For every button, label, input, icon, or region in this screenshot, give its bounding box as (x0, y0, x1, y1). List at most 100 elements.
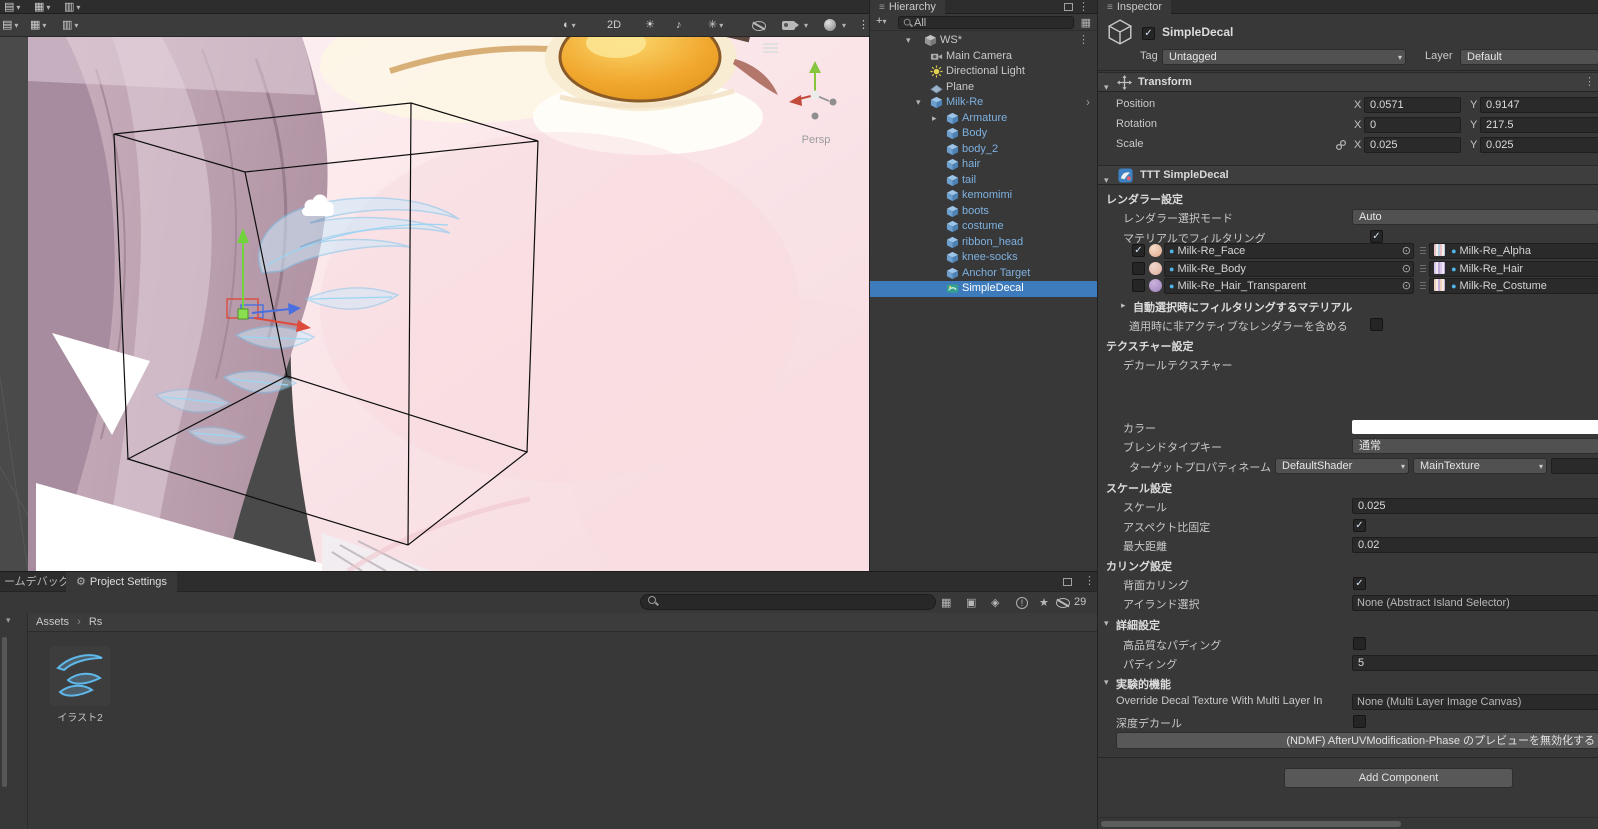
hierarchy-item-simpledecal[interactable]: SimpleDecal (870, 281, 1097, 297)
asset-item[interactable]: イラスト2 (48, 646, 112, 724)
target-extra-field[interactable] (1551, 458, 1598, 474)
link-constrain-icon[interactable] (1335, 139, 1347, 151)
hierarchy-item-tail[interactable]: tail (870, 173, 1097, 189)
material-row[interactable]: ●Milk-Re_Hair_Transparent ⊙ ●Milk-Re_Cos… (1098, 278, 1598, 295)
rotation-x-field[interactable]: 0 (1364, 117, 1461, 133)
target-texture-dropdown[interactable]: MainTexture▾ (1413, 458, 1547, 474)
hierarchy-item-directional-light[interactable]: Directional Light (870, 64, 1097, 80)
ttt-simpledecal-header[interactable]: ▾ TTT SimpleDecal (1098, 165, 1598, 185)
draw-mode-button[interactable]: ◐▾ (563, 17, 576, 34)
material-row[interactable]: ●Milk-Re_Body ⊙ ●Milk-Re_Hair (1098, 261, 1598, 278)
advanced-section-row[interactable]: ▾ 詳細設定 (1098, 616, 1598, 633)
hierarchy-tab[interactable]: ≡Hierarchy (870, 0, 945, 14)
breadcrumb-current[interactable]: Rs (89, 616, 102, 628)
hierarchy-item-ribbon-head[interactable]: ribbon_head (870, 235, 1097, 251)
hierarchy-item-boots[interactable]: boots (870, 204, 1097, 220)
create-button[interactable]: +▾ (876, 15, 886, 27)
foldout-icon[interactable]: ▸ (1121, 300, 1126, 311)
scale-y-field[interactable]: 0.025 (1480, 137, 1598, 153)
effects-button[interactable]: ✳▾ (708, 17, 723, 34)
rail-scrollbar[interactable] (2, 637, 7, 787)
max-distance-field[interactable]: 0.02 (1352, 537, 1598, 553)
rotation-y-field[interactable]: 217.5 (1480, 117, 1598, 133)
ndmf-preview-button[interactable]: (NDMF) AfterUVModification-Phase のプレビューを… (1116, 732, 1598, 749)
prefab-open-chevron-icon[interactable]: › (1086, 95, 1090, 111)
scene-lighting-button[interactable]: ☀ (645, 17, 655, 34)
gizmos-button[interactable]: ▾ (824, 17, 858, 34)
foldout-icon[interactable]: ▾ (1104, 171, 1109, 190)
drag-handle[interactable] (1420, 247, 1426, 256)
scene-options-icon[interactable]: ⋮ (1078, 33, 1089, 49)
scene-viewport[interactable]: Persp (0, 37, 869, 571)
object-picker-icon[interactable]: ⊙ (1402, 262, 1411, 276)
tag-dropdown[interactable]: Untagged▾ (1162, 49, 1406, 65)
padding-field[interactable]: 5 (1352, 655, 1598, 671)
texture-object-field[interactable]: ●Milk-Re_Costume (1429, 278, 1598, 294)
object-picker-icon[interactable]: ⊙ (1402, 279, 1411, 293)
breadcrumb-root[interactable]: Assets (36, 616, 69, 628)
window-restore-icon[interactable] (1063, 578, 1072, 586)
foldout-icon[interactable]: ▾ (916, 95, 921, 111)
favorites-star-icon[interactable]: ★ (1039, 596, 1049, 609)
override-object-field[interactable]: None (Multi Layer Image Canvas) (1352, 694, 1598, 710)
foldout-icon[interactable]: ▾ (1104, 78, 1109, 97)
decal-scale-field[interactable]: 0.025 (1352, 498, 1598, 514)
texture-object-field[interactable]: ●Milk-Re_Alpha (1429, 243, 1598, 259)
inspector-horizontal-scrollbar[interactable] (1098, 817, 1598, 829)
window-restore-icon[interactable] (1064, 3, 1073, 11)
package-icon[interactable]: ▣ (966, 596, 976, 609)
toggle-2d-button[interactable]: 2D (607, 17, 621, 34)
hierarchy-scene-row[interactable]: ▾ WS* ⋮ (870, 33, 1097, 49)
hierarchy-item-costume[interactable]: costume (870, 219, 1097, 235)
add-component-button[interactable]: Add Component (1284, 768, 1513, 788)
material-enabled-checkbox[interactable] (1132, 262, 1145, 275)
material-enabled-checkbox[interactable] (1132, 279, 1145, 292)
target-shader-dropdown[interactable]: DefaultShader▾ (1275, 458, 1409, 474)
drag-handle[interactable] (1420, 265, 1426, 274)
view-tool-button[interactable]: ▤▾ (2, 17, 18, 34)
hierarchy-menu-icon[interactable]: ⋮ (1078, 0, 1089, 13)
auto-select-row[interactable]: ▸ 自動選択時にフィルタリングするマテリアル (1098, 298, 1598, 315)
texture-object-field[interactable]: ●Milk-Re_Hair (1429, 261, 1598, 277)
hierarchy-item-knee-socks[interactable]: knee-socks (870, 250, 1097, 266)
hierarchy-search-input[interactable]: All (898, 16, 1074, 29)
foldout-icon[interactable]: ▾ (1104, 618, 1109, 629)
scene-toolbar-more-button[interactable]: ⋮ (858, 17, 869, 34)
hierarchy-item-plane[interactable]: Plane (870, 80, 1097, 96)
project-search-input[interactable] (640, 594, 936, 610)
position-y-field[interactable]: 0.9147 (1480, 97, 1598, 113)
info-icon[interactable]: ! (1016, 597, 1028, 609)
color-field[interactable] (1352, 420, 1598, 434)
hierarchy-filter-icon[interactable]: ▦ (1081, 16, 1091, 29)
scale-x-field[interactable]: 0.025 (1364, 137, 1461, 153)
hierarchy-item-body[interactable]: Body (870, 126, 1097, 142)
drag-handle[interactable] (1420, 282, 1426, 291)
layout-grid-icon[interactable]: ▦ (941, 596, 951, 609)
depth-decal-checkbox[interactable] (1353, 715, 1366, 728)
hierarchy-item-anchor-target[interactable]: Anchor Target (870, 266, 1097, 282)
inspector-tab[interactable]: ≡Inspector (1098, 0, 1171, 14)
renderer-mode-dropdown[interactable]: Auto (1352, 209, 1598, 225)
panel-menu-icon[interactable]: ⋮ (1084, 574, 1095, 587)
experimental-section-row[interactable]: ▾ 実験的機能 (1098, 675, 1598, 692)
label-tag-icon[interactable]: ◈ (991, 596, 999, 609)
tab-frame-debug[interactable]: ームデバッグ (0, 572, 66, 592)
hierarchy-item-hair[interactable]: hair (870, 157, 1097, 173)
blend-type-dropdown[interactable]: 通常 (1352, 438, 1598, 454)
hierarchy-item-main-camera[interactable]: Main Camera (870, 49, 1097, 65)
foldout-icon[interactable]: ▾ (1104, 677, 1109, 688)
material-row[interactable]: ✓ ●Milk-Re_Face ⊙ ●Milk-Re_Alpha (1098, 243, 1598, 260)
transform-header[interactable]: ▾ Transform ⋮ (1098, 72, 1598, 92)
hierarchy-item-armature[interactable]: ▸Armature (870, 111, 1097, 127)
hidden-count-eye-icon[interactable] (1056, 598, 1070, 608)
grid-snap-button[interactable]: ▦▾ (30, 17, 46, 34)
active-checkbox[interactable]: ✓ (1142, 27, 1155, 40)
backface-checkbox[interactable]: ✓ (1353, 577, 1366, 590)
layer-dropdown[interactable]: Default (1460, 49, 1598, 65)
component-menu-icon[interactable]: ⋮ (1584, 73, 1595, 92)
camera-settings-button[interactable]: ▾ (782, 17, 816, 34)
island-object-field[interactable]: None (Abstract Island Selector) (1352, 595, 1598, 611)
material-object-field[interactable]: ●Milk-Re_Body ⊙ (1164, 261, 1414, 277)
object-picker-icon[interactable]: ⊙ (1402, 244, 1411, 258)
rail-foldout-icon[interactable]: ▾ (6, 615, 11, 626)
